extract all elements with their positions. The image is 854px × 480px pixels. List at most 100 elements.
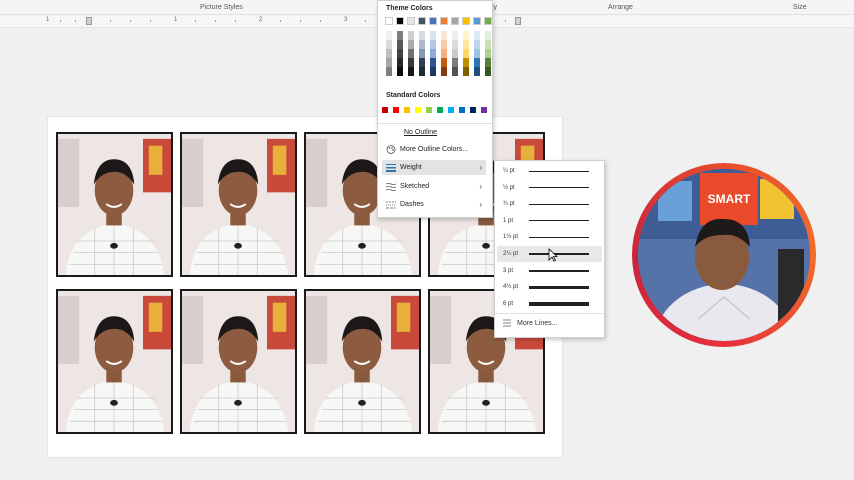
standard-color-swatch[interactable] [470,107,476,113]
color-swatch[interactable] [463,58,469,67]
color-swatch[interactable] [397,67,403,76]
color-swatch[interactable] [441,67,447,76]
standard-color-swatch[interactable] [382,107,388,113]
color-swatch[interactable] [473,17,481,25]
color-swatch[interactable] [474,49,480,58]
weight-option[interactable]: 3 pt [497,263,602,279]
color-swatch[interactable] [452,31,458,40]
presenter-avatar: SMART [632,163,816,347]
passport-photo[interactable] [304,289,421,434]
color-swatch[interactable] [462,17,470,25]
color-swatch[interactable] [385,17,393,25]
color-swatch[interactable] [463,31,469,40]
weight-option[interactable]: 4½ pt [497,279,602,295]
color-swatch[interactable] [386,31,392,40]
standard-color-swatch[interactable] [481,107,487,113]
more-lines-item[interactable]: More Lines... [497,315,602,331]
color-swatch[interactable] [397,31,403,40]
color-swatch[interactable] [474,67,480,76]
color-swatch[interactable] [408,49,414,58]
weight-option-label: 1½ pt [503,234,519,241]
color-swatch[interactable] [485,67,491,76]
color-swatch[interactable] [418,17,426,25]
color-swatch[interactable] [419,67,425,76]
color-swatch[interactable] [474,31,480,40]
color-swatch[interactable] [430,67,436,76]
color-swatch[interactable] [452,49,458,58]
color-swatch[interactable] [430,40,436,49]
standard-color-swatch[interactable] [404,107,410,113]
weight-icon [386,163,396,172]
weight-line-preview [529,203,589,205]
color-swatch[interactable] [397,49,403,58]
color-swatch[interactable] [441,31,447,40]
color-swatch[interactable] [485,58,491,67]
color-swatch[interactable] [386,58,392,67]
color-swatch[interactable] [419,49,425,58]
color-swatch[interactable] [484,17,492,25]
color-swatch[interactable] [452,67,458,76]
weight-option[interactable]: ½ pt [497,180,602,196]
sketched-item[interactable]: Sketched › [382,179,486,194]
standard-color-swatch[interactable] [415,107,421,113]
standard-color-swatch[interactable] [426,107,432,113]
color-swatch[interactable] [430,49,436,58]
ruler-number: 3 [344,17,348,23]
color-swatch[interactable] [419,58,425,67]
color-swatch[interactable] [386,49,392,58]
passport-photo[interactable] [180,289,297,434]
passport-photo[interactable] [180,132,297,277]
color-swatch[interactable] [407,17,415,25]
color-swatch[interactable] [397,58,403,67]
weight-item[interactable]: Weight › [382,160,486,175]
color-swatch[interactable] [408,31,414,40]
sketched-icon [385,182,397,191]
color-swatch[interactable] [485,31,491,40]
standard-color-swatch[interactable] [393,107,399,113]
color-swatch[interactable] [451,17,459,25]
color-swatch[interactable] [396,17,404,25]
standard-color-swatch[interactable] [448,107,454,113]
color-swatch[interactable] [408,67,414,76]
color-swatch[interactable] [440,17,448,25]
dashes-item[interactable]: Dashes › [382,197,486,212]
color-swatch[interactable] [474,58,480,67]
color-swatch[interactable] [463,67,469,76]
color-swatch[interactable] [429,17,437,25]
weight-option[interactable]: ¼ pt [497,163,602,179]
indent-marker[interactable] [86,17,92,25]
weight-option[interactable]: 1 pt [497,213,602,229]
color-swatch[interactable] [485,49,491,58]
color-swatch[interactable] [485,40,491,49]
weight-option[interactable]: 6 pt [497,296,602,312]
color-swatch[interactable] [441,58,447,67]
color-swatch[interactable] [408,58,414,67]
standard-color-swatch[interactable] [437,107,443,113]
right-indent-marker[interactable] [515,17,521,25]
color-swatch[interactable] [463,49,469,58]
ruler-number: 1 [46,17,50,23]
weight-option[interactable]: ¾ pt [497,196,602,212]
color-swatch[interactable] [386,67,392,76]
color-swatch[interactable] [419,40,425,49]
color-swatch[interactable] [441,40,447,49]
standard-color-swatch[interactable] [459,107,465,113]
no-outline-item[interactable]: No Outline [382,125,486,140]
color-swatch[interactable] [452,40,458,49]
passport-photo[interactable] [56,289,173,434]
color-swatch[interactable] [474,40,480,49]
weight-option-label: ¾ pt [503,201,515,208]
color-swatch[interactable] [419,31,425,40]
color-swatch[interactable] [463,40,469,49]
more-outline-colors-item[interactable]: More Outline Colors... [382,142,486,157]
color-swatch[interactable] [408,40,414,49]
group-label-picture-styles: Picture Styles [200,4,243,11]
weight-option[interactable]: 1½ pt [497,229,602,245]
color-swatch[interactable] [430,31,436,40]
passport-photo[interactable] [56,132,173,277]
color-swatch[interactable] [386,40,392,49]
color-swatch[interactable] [430,58,436,67]
color-swatch[interactable] [441,49,447,58]
color-swatch[interactable] [452,58,458,67]
color-swatch[interactable] [397,40,403,49]
